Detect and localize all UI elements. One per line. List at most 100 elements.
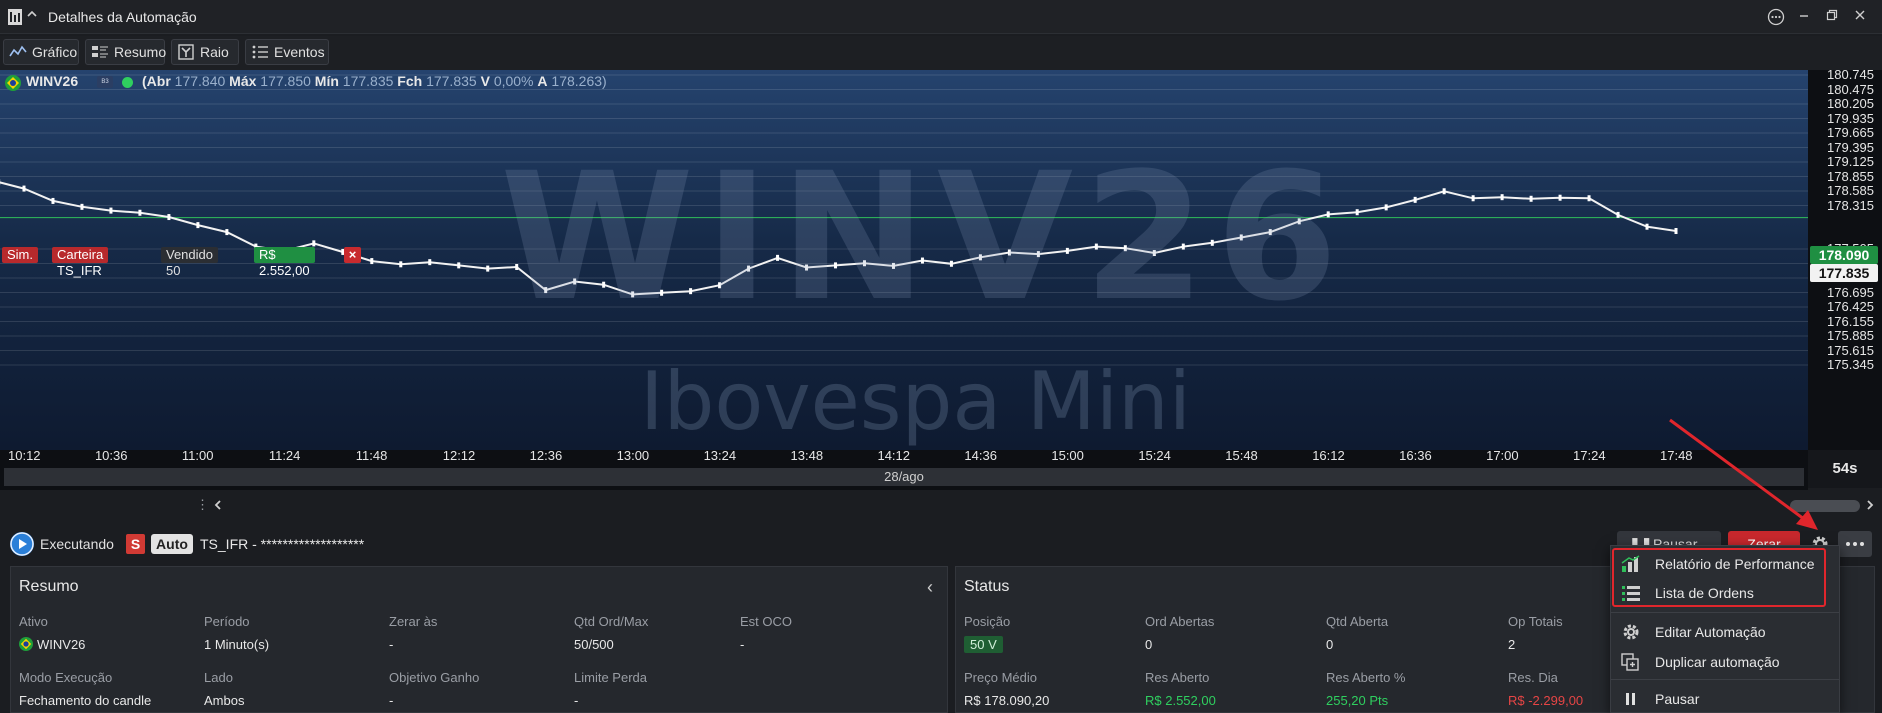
app-logo-icon <box>8 9 22 25</box>
price-tick-label: 179.935 <box>1827 110 1874 126</box>
field-label: Modo Execução <box>19 670 113 685</box>
brazil-flag-icon <box>19 637 33 651</box>
price-tick-label: 180.745 <box>1827 67 1874 82</box>
scroll-right-icon[interactable] <box>1864 499 1876 511</box>
tab-eventos[interactable]: Eventos <box>245 39 329 65</box>
panel-title: Resumo <box>19 578 79 595</box>
price-point <box>1500 194 1504 201</box>
more-actions-button[interactable] <box>1838 531 1872 557</box>
close-icon[interactable] <box>1846 6 1874 28</box>
field-label: Ativo <box>19 614 48 629</box>
tab-resumo[interactable]: Resumo <box>85 39 167 65</box>
tab-label: Resumo <box>114 44 167 60</box>
price-tick-label: 180.205 <box>1827 96 1874 111</box>
price-tick-label: 180.475 <box>1827 81 1874 97</box>
connection-status-icon <box>122 77 133 88</box>
automation-state: Executando <box>40 536 114 552</box>
price-point <box>1529 195 1533 202</box>
price-tick-label: 175.615 <box>1827 342 1874 358</box>
price-axis[interactable]: 180.745 180.475 180.205 179.935 179.665 179.3… <box>1808 67 1882 450</box>
price-point <box>22 185 26 192</box>
tab-label: Eventos <box>274 44 325 60</box>
xray-icon <box>178 44 194 60</box>
price-point <box>225 229 229 236</box>
field-value: R$ 178.090,20 <box>964 693 1050 708</box>
automation-name: TS_IFR - ******************* <box>200 536 365 552</box>
restore-icon[interactable] <box>1818 6 1846 28</box>
close-position-icon[interactable]: × <box>344 247 361 263</box>
title-bar: Detalhes da Automação <box>0 0 1882 34</box>
symbol-name[interactable]: WINV26 <box>26 73 78 89</box>
price-tick-label: 178.855 <box>1827 168 1874 184</box>
menu-item-pause[interactable]: Pausar <box>1611 685 1839 713</box>
horizontal-scrollbar[interactable] <box>1790 500 1860 512</box>
price-point <box>167 214 171 221</box>
price-tick-label: 175.885 <box>1827 328 1874 343</box>
field-value: R$ -2.299,00 <box>1508 693 1584 708</box>
field-value: 0 <box>1326 637 1334 652</box>
more-options-icon[interactable] <box>1762 6 1790 28</box>
collapse-panel-icon[interactable]: ‹ <box>927 577 933 598</box>
menu-separator <box>1611 612 1839 613</box>
minimize-icon[interactable] <box>1790 6 1818 28</box>
time-tick-label: 17:48 <box>1660 448 1693 463</box>
time-tick-label: 12:12 <box>442 448 476 463</box>
time-tick-label: 13:00 <box>616 448 650 463</box>
s-badge: S <box>126 534 145 554</box>
watermark-name: Ibovespa Mini <box>640 355 1191 448</box>
price-tick-label: 178.315 <box>1827 197 1874 213</box>
field-value: - <box>574 693 579 708</box>
time-tick-label: 13:24 <box>703 448 737 463</box>
time-tick-label: 17:00 <box>1486 448 1519 463</box>
tab-grafico[interactable]: Gráfico <box>3 39 79 65</box>
menu-item-label: Duplicar automação <box>1655 654 1780 670</box>
price-point <box>1645 223 1649 230</box>
field-label: Qtd Aberta <box>1326 614 1389 629</box>
field-label: Zerar às <box>389 614 438 629</box>
panel-title: Status <box>964 578 1010 595</box>
highlight-box <box>1612 548 1826 607</box>
field-value: WINV26 <box>37 637 86 652</box>
tab-raio-x[interactable]: Raio X <box>171 39 239 84</box>
summary-list-icon <box>92 46 108 58</box>
price-tick-label: 175.345 <box>1827 357 1874 372</box>
pause-icon <box>1626 693 1635 705</box>
price-point <box>1413 196 1417 203</box>
time-tick-label: 15:00 <box>1051 448 1084 463</box>
time-tick-label: 16:36 <box>1399 448 1432 463</box>
field-label: Lado <box>204 670 233 685</box>
field-value: 50/500 <box>574 637 614 652</box>
price-tick-label: 176.425 <box>1827 299 1874 314</box>
field-value: 2 <box>1508 637 1516 652</box>
field-value: 0 <box>1145 637 1153 652</box>
price-tick-label: 179.395 <box>1827 139 1874 155</box>
price-tick-label: 179.665 <box>1827 125 1874 140</box>
price-point <box>138 209 142 216</box>
menu-item-edit-automation[interactable]: Editar Automação <box>1611 618 1839 646</box>
events-list-icon <box>252 45 268 59</box>
field-label: Qtd Ord/Max <box>574 614 649 629</box>
date-label: 28/ago <box>4 468 1804 486</box>
price-point <box>1558 194 1562 201</box>
field-label: Ord Abertas <box>1145 614 1215 629</box>
field-value: - <box>389 637 394 652</box>
time-tick-label: 17:24 <box>1573 448 1606 463</box>
field-value: 255,20 Pts <box>1326 693 1389 708</box>
scroll-left-icon[interactable] <box>212 499 224 511</box>
last-price-tag: 177.835 <box>1810 264 1878 282</box>
field-label: Res Aberto <box>1145 670 1210 685</box>
price-point <box>1384 204 1388 211</box>
price-point <box>1587 195 1591 202</box>
collapse-icon[interactable] <box>26 8 38 23</box>
field-label: Período <box>204 614 250 629</box>
drag-handle-icon[interactable]: ⋮ <box>196 497 209 513</box>
exchange-badge-icon: B3 <box>97 76 113 88</box>
price-point <box>109 207 113 214</box>
field-label: Limite Perda <box>574 670 647 685</box>
tab-label: Gráfico <box>32 44 78 60</box>
menu-item-duplicate-automation[interactable]: Duplicar automação <box>1611 648 1839 676</box>
time-tick-label: 10:12 <box>8 448 41 463</box>
pnl-label: R$ 2.552,00 <box>254 247 315 278</box>
price-tick-label: 176.695 <box>1827 284 1874 300</box>
price-chart[interactable]: WINV26 Ibovespa Mini WINV26 B3 (Abr 177.… <box>0 70 1808 450</box>
